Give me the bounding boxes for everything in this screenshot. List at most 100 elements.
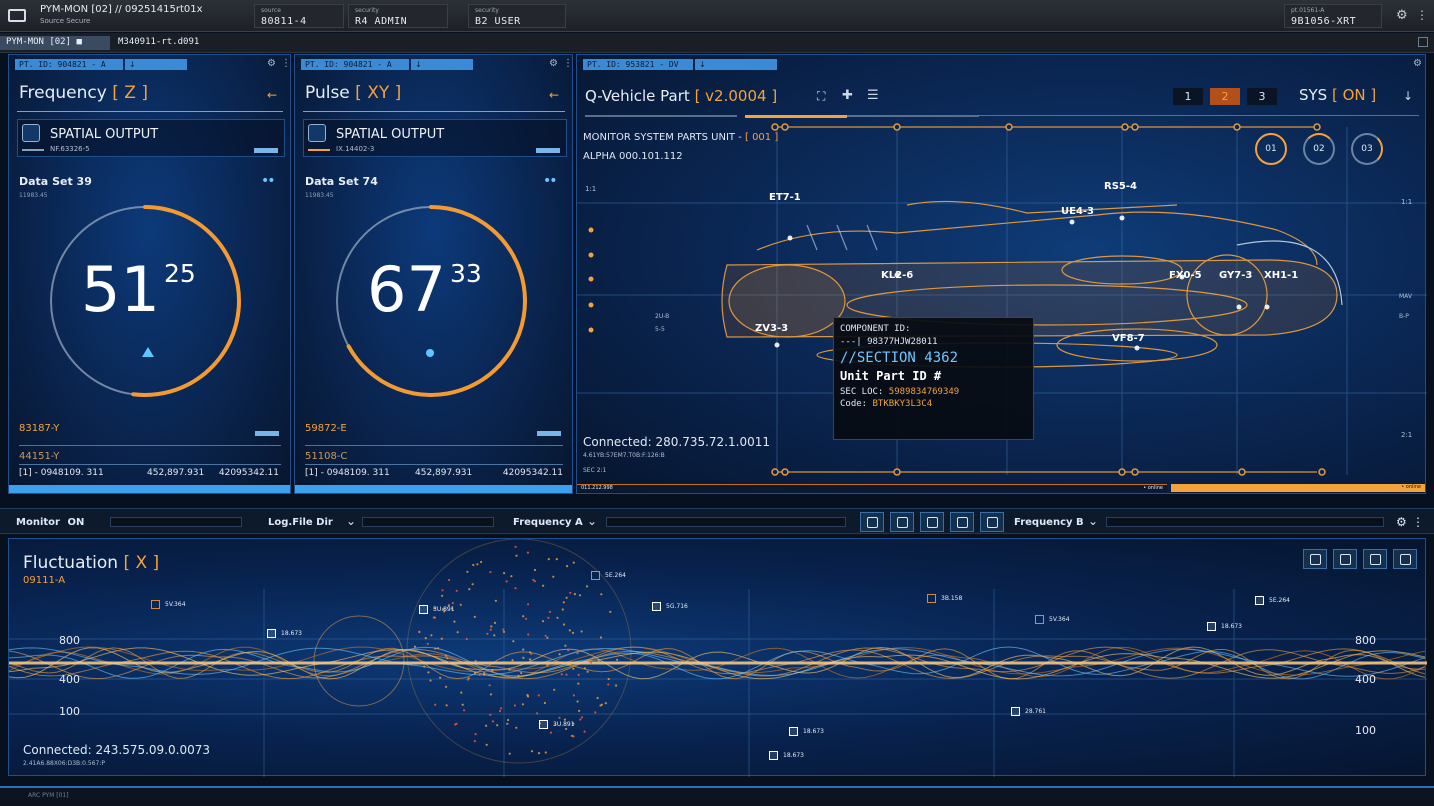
more-icon[interactable]: ⋮ — [281, 58, 291, 69]
cube-icon — [1400, 554, 1411, 565]
divider — [19, 445, 281, 446]
cube-button[interactable] — [920, 512, 944, 532]
left-code-2: 5-5 — [655, 326, 665, 333]
pt-id-dropdown[interactable]: ↓ — [125, 59, 187, 70]
chevron-down-icon[interactable]: ⌄ — [587, 514, 597, 528]
tooltip-id: ---| 98377HJW28011 — [840, 337, 1027, 347]
tab-m340911[interactable]: M340911-rt.d091 — [112, 36, 205, 50]
pt-id-dropdown[interactable]: ↓ — [411, 59, 473, 70]
code-secondary: 44151-Y — [19, 451, 59, 462]
cube-button[interactable] — [1303, 549, 1327, 569]
cube-button[interactable] — [890, 512, 914, 532]
security-user-field[interactable]: security B2 USER — [468, 4, 566, 28]
more-icon[interactable]: ⋮ — [563, 58, 573, 69]
pt-id-label: PT. ID: 953821 - DV — [583, 59, 693, 70]
hierarchy-icon[interactable]: ⛶ — [817, 89, 825, 104]
status-strip-left: 011.212.998 • online — [577, 484, 1167, 492]
spatial-output-card[interactable]: SPATIAL OUTPUT NF.63326-5 — [17, 119, 285, 157]
sys-dropdown-arrow[interactable]: ↓ — [1403, 89, 1413, 103]
source-field[interactable]: source 80811-4 — [254, 4, 344, 28]
back-arrow-icon[interactable]: ← — [549, 88, 559, 102]
frequency-b-field[interactable] — [1106, 517, 1384, 527]
marker-tag[interactable]: 28.761 — [1011, 707, 1046, 716]
cube-icon — [867, 517, 878, 528]
cube-button[interactable] — [950, 512, 974, 532]
marker-tag[interactable]: 5V.364 — [1035, 615, 1070, 624]
footer-label: ARC PYM [01] — [28, 792, 69, 799]
segment-2[interactable]: 2 — [1210, 88, 1240, 105]
left-code-1: 2U-B — [655, 313, 669, 320]
part-label[interactable]: XH1-1 — [1264, 270, 1298, 281]
segment-1[interactable]: 1 — [1173, 88, 1203, 105]
dataset-label: Data Set 39 — [19, 175, 92, 188]
pt-id-dropdown[interactable]: ↓ — [695, 59, 777, 70]
cube-button[interactable] — [1393, 549, 1417, 569]
spatial-output-card[interactable]: SPATIAL OUTPUT IX.14402-3 — [303, 119, 567, 157]
circle-button-01[interactable]: 01 — [1255, 133, 1287, 165]
chevron-down-icon[interactable]: ⌄ — [1088, 514, 1098, 528]
monitor-field[interactable] — [110, 517, 242, 527]
tab-pym-mon[interactable]: PYM-MON [02] ■ — [0, 36, 110, 50]
dataset-label: Data Set 74 — [305, 175, 378, 188]
frequency-panel: PT. ID: 904821 - A ↓ ⚙ ⋮ Frequency [ Z ]… — [8, 54, 291, 494]
cube-button[interactable] — [860, 512, 884, 532]
logfile-field[interactable] — [362, 517, 494, 527]
more-icon[interactable]: ⋮ — [1412, 515, 1424, 529]
marker-tag[interactable]: 18.673 — [789, 727, 824, 736]
panel-subtitle: 09111-A — [23, 575, 65, 586]
chevron-down-icon[interactable]: ⌄ — [346, 514, 356, 528]
window-icon[interactable] — [1418, 37, 1428, 47]
y-axis-label-left: 400 — [59, 673, 80, 686]
gear-icon[interactable]: ⚙ — [1396, 8, 1408, 23]
marker-tag[interactable]: 3U.891 — [419, 605, 455, 614]
part-label[interactable]: UE4-3 — [1061, 206, 1094, 217]
spatial-output-label: SPATIAL OUTPUT — [336, 127, 444, 142]
list-icon[interactable]: ☰ — [867, 88, 879, 103]
cube-button[interactable] — [1363, 549, 1387, 569]
right-code-1: MAV — [1399, 293, 1412, 300]
marker-tag[interactable]: 3B.158 — [927, 594, 962, 603]
frequency-a-field[interactable] — [606, 517, 846, 527]
id-field[interactable]: pt.01561-A 9B1056-XRT — [1284, 4, 1382, 28]
marker-tag[interactable]: 3U.891 — [539, 720, 575, 729]
gear-icon[interactable]: ⚙ — [1396, 515, 1407, 529]
monitor-icon[interactable] — [8, 9, 26, 22]
y-axis-label-right: 400 — [1355, 673, 1376, 686]
gear-icon[interactable]: ⚙ — [267, 58, 276, 69]
part-label[interactable]: KL2-6 — [881, 270, 913, 281]
marker-tag[interactable]: 18.673 — [1207, 622, 1242, 631]
dots-icon[interactable]: •• — [261, 173, 274, 189]
marker-tag[interactable]: 18.673 — [267, 629, 302, 638]
code-primary: 83187-Y — [19, 423, 59, 434]
security-admin-field[interactable]: security R4 ADMIN — [348, 4, 448, 28]
gear-icon[interactable]: ⚙ — [1413, 58, 1422, 69]
marker-tag[interactable]: 18.673 — [769, 751, 804, 760]
connection-code: 4.61YB:57EM7.T0B:F:126:B — [583, 452, 665, 459]
marker-tag[interactable]: 5E.264 — [591, 571, 626, 580]
circle-button-03[interactable]: 03 — [1351, 133, 1383, 165]
marker-tag[interactable]: 5G.716 — [652, 602, 688, 611]
part-label[interactable]: GY7-3 — [1219, 270, 1252, 281]
app-title: PYM-MON [02] // 09251415rt01x — [40, 4, 203, 15]
divider — [305, 445, 563, 446]
status-line — [308, 149, 330, 151]
circle-button-02[interactable]: 02 — [1303, 133, 1335, 165]
part-label[interactable]: FX0-5 — [1169, 270, 1202, 281]
cube-button[interactable] — [980, 512, 1004, 532]
part-label[interactable]: ET7-1 — [769, 192, 801, 203]
part-label[interactable]: ZV3-3 — [755, 323, 788, 334]
back-arrow-icon[interactable]: ← — [267, 88, 277, 102]
part-label[interactable]: VF8-7 — [1112, 333, 1145, 344]
crosshair-icon[interactable]: ✚ — [842, 88, 853, 103]
cube-button[interactable] — [1333, 549, 1357, 569]
more-icon[interactable]: ⋮ — [1416, 8, 1428, 22]
marker-tag[interactable]: 5V.364 — [151, 600, 186, 609]
dots-icon[interactable]: •• — [543, 173, 556, 189]
segment-3[interactable]: 3 — [1247, 88, 1277, 105]
marker-tag[interactable]: 5E.264 — [1255, 596, 1290, 605]
gear-icon[interactable]: ⚙ — [549, 58, 558, 69]
sub-bar: PYM-MON [02] ■ M340911-rt.d091 — [0, 33, 1434, 53]
logfile-label: Log.File Dir — [268, 517, 333, 528]
gauge-value-major: 67 — [367, 253, 446, 326]
part-label[interactable]: RS5-4 — [1104, 181, 1137, 192]
